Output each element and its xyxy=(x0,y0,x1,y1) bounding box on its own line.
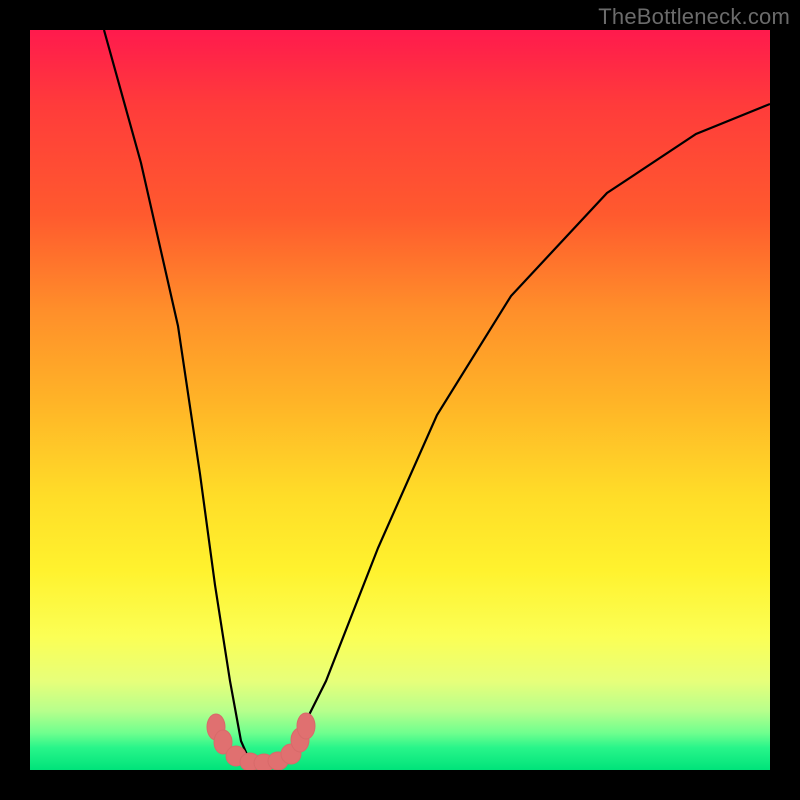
bottleneck-curve xyxy=(104,30,770,766)
marker-dot xyxy=(297,713,315,739)
bottom-markers-group xyxy=(207,713,315,770)
plot-area xyxy=(30,30,770,770)
watermark-text: TheBottleneck.com xyxy=(598,4,790,30)
chart-frame: TheBottleneck.com xyxy=(0,0,800,800)
curve-svg xyxy=(30,30,770,770)
